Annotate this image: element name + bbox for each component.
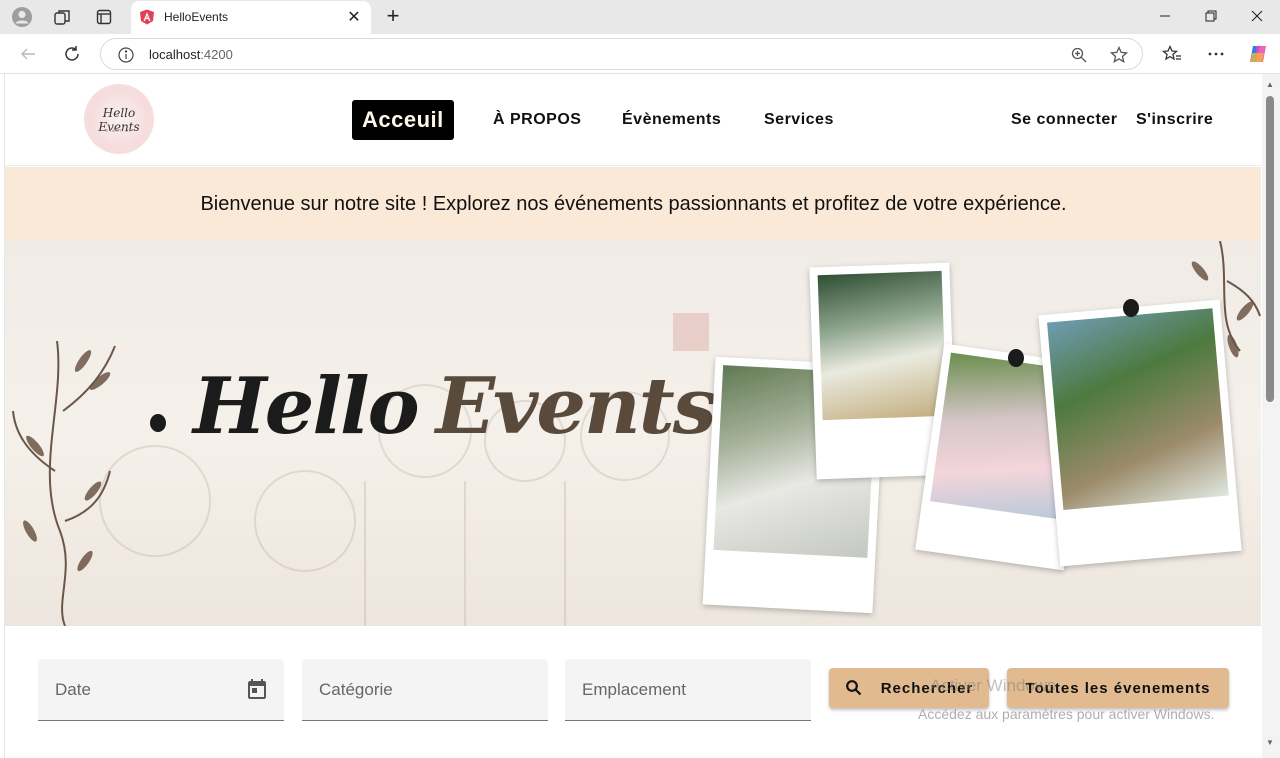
nav-a-propos[interactable]: À PROPOS	[493, 100, 581, 140]
search-bar: Date Catégorie Emplacement Rechercher To…	[5, 626, 1261, 758]
tab-title: HelloEvents	[164, 10, 229, 24]
scroll-down-icon[interactable]: ▼	[1265, 738, 1275, 748]
pin-icon	[1123, 299, 1139, 317]
nav-accueil[interactable]: Acceuil	[352, 100, 454, 140]
welcome-text: Bienvenue sur notre site ! Explorez nos …	[200, 192, 1067, 215]
hero-dot	[150, 414, 166, 432]
login-link[interactable]: Se connecter	[1011, 100, 1117, 140]
page-scrollbar[interactable]: ▲ ▼	[1262, 74, 1280, 758]
logo-subtext: START UP	[105, 128, 133, 133]
category-field-label: Catégorie	[319, 680, 393, 699]
polaroid-photo-arch	[1038, 299, 1242, 567]
site-info-icon[interactable]	[117, 46, 135, 64]
date-field[interactable]: Date	[38, 659, 284, 721]
site-header: Hello Events START UP Acceuil À PROPOS É…	[5, 74, 1261, 166]
category-field[interactable]: Catégorie	[302, 659, 548, 721]
search-icon	[845, 679, 863, 697]
pin-icon	[1008, 349, 1024, 367]
location-field[interactable]: Emplacement	[565, 659, 811, 721]
url-text: localhost:4200	[149, 47, 233, 62]
new-tab-icon[interactable]: +	[382, 3, 404, 28]
close-window-icon[interactable]	[1244, 5, 1270, 27]
restore-icon[interactable]	[1198, 5, 1224, 27]
scrollbar-thumb[interactable]	[1266, 96, 1274, 402]
date-field-label: Date	[55, 680, 91, 699]
welcome-banner: Bienvenue sur notre site ! Explorez nos …	[5, 167, 1261, 241]
page-viewport: Hello Events START UP Acceuil À PROPOS É…	[4, 74, 1261, 758]
hero-title: Hello Events	[193, 361, 717, 452]
browser-tab-active[interactable]: HelloEvents ✕	[131, 1, 371, 34]
zoom-icon[interactable]	[1069, 45, 1089, 65]
more-options-icon[interactable]	[1204, 42, 1228, 66]
windows-activation-watermark-text: Accédez aux paramètres pour activer Wind…	[918, 706, 1215, 722]
browser-address-bar: localhost:4200	[0, 34, 1280, 74]
tab-actions-icon[interactable]	[92, 5, 116, 29]
workspaces-icon[interactable]	[50, 5, 74, 29]
angular-favicon-icon	[139, 9, 155, 25]
scroll-up-icon[interactable]: ▲	[1265, 80, 1275, 90]
calendar-icon[interactable]	[245, 677, 269, 701]
browser-tab-bar: HelloEvents ✕ +	[0, 0, 1280, 34]
copilot-icon[interactable]	[1246, 42, 1270, 66]
back-icon[interactable]	[16, 42, 40, 66]
profile-icon[interactable]	[10, 5, 34, 29]
nav-services[interactable]: Services	[764, 100, 834, 140]
close-tab-icon[interactable]: ✕	[345, 8, 363, 26]
refresh-icon[interactable]	[60, 42, 84, 66]
favorites-icon[interactable]	[1160, 42, 1184, 66]
windows-activation-watermark-title: Activer Windows	[930, 676, 1056, 695]
hello-events-logo[interactable]: Hello Events START UP	[84, 84, 154, 154]
url-input[interactable]: localhost:4200	[100, 38, 1143, 70]
favorite-star-icon[interactable]	[1109, 45, 1129, 65]
signup-link[interactable]: S'inscrire	[1136, 100, 1213, 140]
hero-banner: Hello Events	[5, 241, 1261, 626]
minimize-icon[interactable]	[1152, 5, 1178, 27]
location-field-label: Emplacement	[582, 680, 686, 699]
nav-evenements[interactable]: Évènements	[622, 100, 721, 140]
